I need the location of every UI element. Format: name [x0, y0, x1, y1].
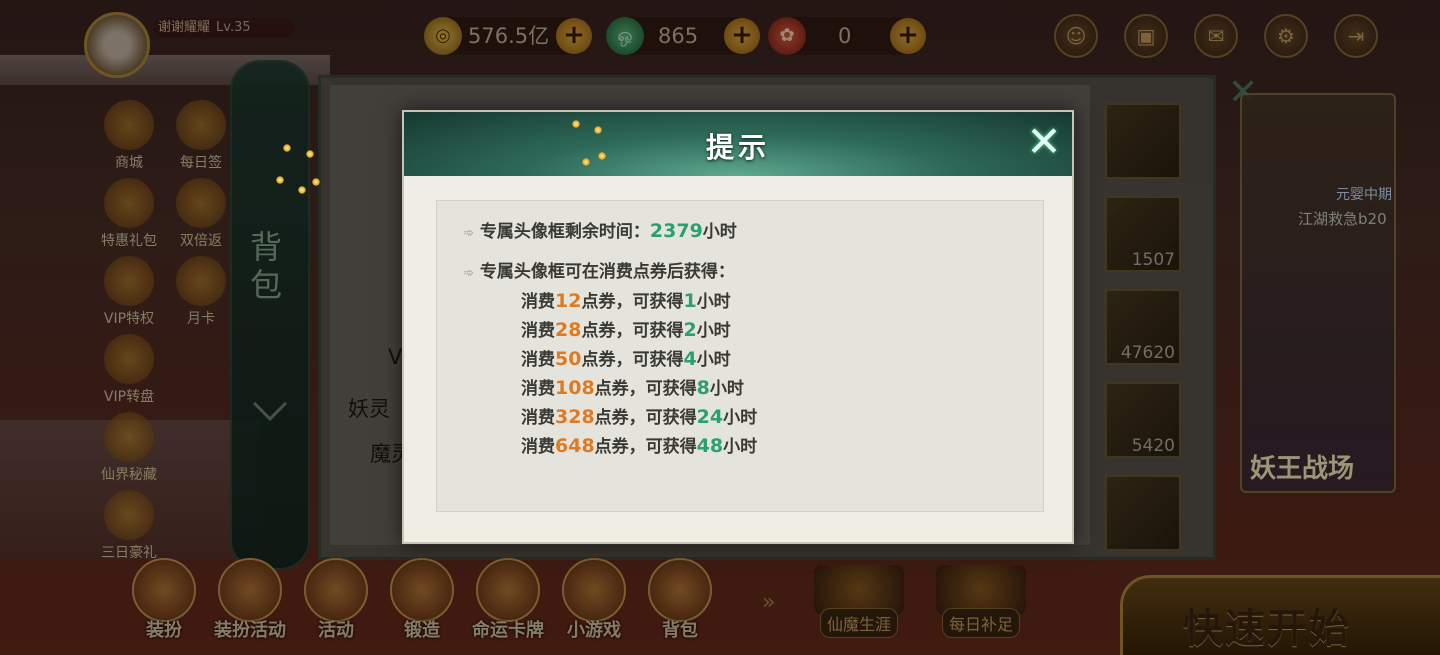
sparkle-particle — [276, 176, 284, 184]
tier-mid: 点券，可获得 — [594, 379, 697, 399]
obtain-info-line: ➾ 专属头像框可在消费点券后获得： — [463, 257, 735, 282]
tier-spend: 50 — [555, 348, 582, 370]
sparkle-particle — [572, 120, 580, 128]
tier-pre: 消费 — [521, 408, 555, 428]
tier-unit: 小时 — [709, 379, 744, 399]
tier-pre: 消费 — [521, 350, 555, 370]
tier-row: 消费12点券，可获得1小时 — [521, 287, 731, 312]
sparkle-particle — [312, 178, 320, 186]
tier-unit: 小时 — [723, 408, 758, 428]
tier-hours: 24 — [696, 406, 724, 428]
tier-mid: 点券，可获得 — [594, 437, 697, 457]
tier-unit: 小时 — [696, 321, 731, 341]
sparkle-particle — [298, 186, 306, 194]
dialog-header: 提示 ✕ — [404, 112, 1072, 176]
tier-spend: 648 — [555, 435, 595, 457]
tier-hours: 4 — [683, 348, 697, 370]
tier-spend: 108 — [555, 377, 595, 399]
remaining-time-unit: 小时 — [702, 222, 737, 242]
remaining-time-line: ➾ 专属头像框剩余时间：2379小时 — [463, 217, 737, 242]
tier-mid: 点券，可获得 — [581, 321, 684, 341]
tier-spend: 12 — [555, 290, 582, 312]
tier-spend: 28 — [555, 319, 582, 341]
tier-hours: 8 — [696, 377, 710, 399]
sparkle-particle — [594, 126, 602, 134]
sparkle-particle — [306, 150, 314, 158]
close-icon[interactable]: ✕ — [1024, 121, 1064, 163]
tier-hours: 48 — [696, 435, 724, 457]
tier-row: 消费648点券，可获得48小时 — [521, 432, 757, 457]
tier-row: 消费328点券，可获得24小时 — [521, 403, 757, 428]
tier-row: 消费108点券，可获得8小时 — [521, 374, 744, 399]
remaining-time-label: 专属头像框剩余时间： — [479, 222, 650, 242]
tier-mid: 点券，可获得 — [594, 408, 697, 428]
obtain-info-label: 专属头像框可在消费点券后获得： — [479, 262, 735, 282]
tier-mid: 点券，可获得 — [581, 292, 684, 312]
remaining-time-value: 2379 — [649, 220, 703, 242]
bullet-arrow-icon: ➾ — [463, 266, 474, 281]
tier-unit: 小时 — [696, 292, 731, 312]
dialog-title: 提示 — [705, 131, 770, 164]
tip-dialog: 提示 ✕ ➾ 专属头像框剩余时间：2379小时 ➾ 专属头像框可在消费点券后获得： … — [402, 110, 1074, 544]
tier-unit: 小时 — [723, 437, 758, 457]
tier-spend: 328 — [555, 406, 595, 428]
sparkle-particle — [283, 144, 291, 152]
sparkle-particle — [582, 158, 590, 166]
tier-unit: 小时 — [696, 350, 731, 370]
tier-hours: 2 — [683, 319, 697, 341]
tier-hours: 1 — [683, 290, 697, 312]
tier-pre: 消费 — [521, 321, 555, 341]
tier-pre: 消费 — [521, 292, 555, 312]
sparkle-particle — [598, 152, 606, 160]
tier-row: 消费50点券，可获得4小时 — [521, 345, 731, 370]
tier-pre: 消费 — [521, 379, 555, 399]
tier-row: 消费28点券，可获得2小时 — [521, 316, 731, 341]
bullet-arrow-icon: ➾ — [463, 226, 474, 241]
dialog-body: ➾ 专属头像框剩余时间：2379小时 ➾ 专属头像框可在消费点券后获得： 消费12点… — [436, 200, 1044, 512]
tier-mid: 点券，可获得 — [581, 350, 684, 370]
tier-pre: 消费 — [521, 437, 555, 457]
